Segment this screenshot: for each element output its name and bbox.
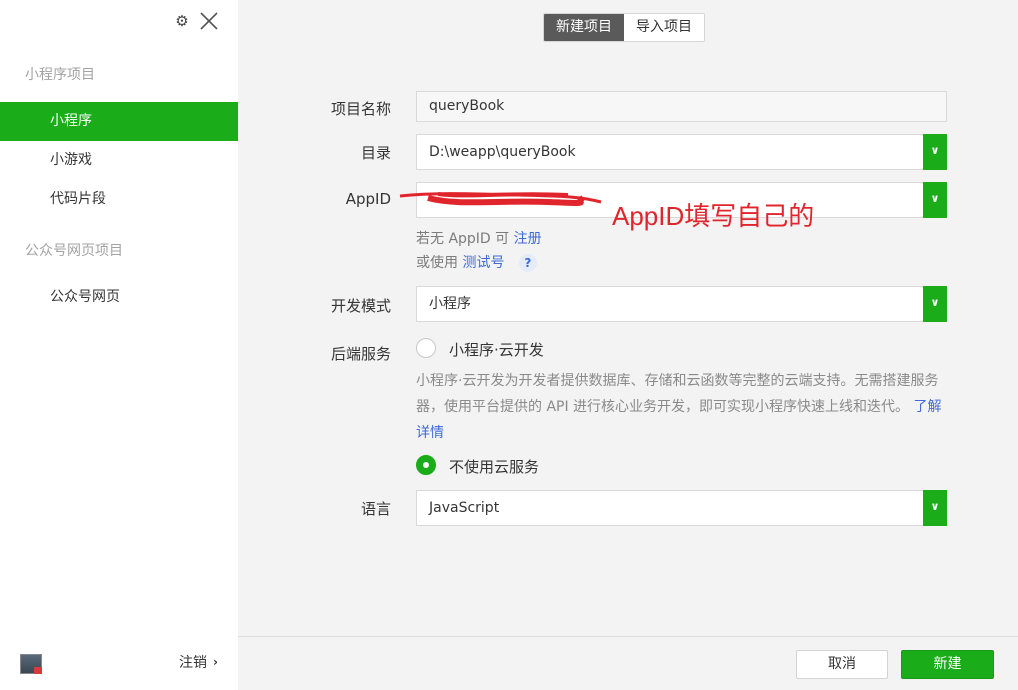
logout-button[interactable]: 注销 ›	[179, 652, 218, 672]
close-icon[interactable]	[198, 10, 220, 32]
appid-annotation: AppID填写自己的	[612, 201, 815, 231]
window-controls: ⚙	[174, 10, 220, 32]
cloud-dev-option-label[interactable]: 小程序·云开发	[449, 339, 544, 360]
cancel-button[interactable]: 取消	[796, 650, 888, 679]
project-name-label: 项目名称	[330, 100, 391, 118]
cloud-dev-radio[interactable]	[416, 338, 436, 358]
chevron-down-icon[interactable]: ∨	[923, 490, 947, 526]
chevron-down-icon[interactable]: ∨	[923, 286, 947, 322]
devmode-select[interactable]: 小程序 ∨	[416, 286, 947, 322]
project-name-input[interactable]: queryBook	[416, 91, 947, 122]
sidebar-group-miniprogram: 小程序项目	[25, 67, 95, 83]
no-cloud-option-label[interactable]: 不使用云服务	[449, 456, 539, 477]
no-appid-hint: 若无 AppID 可 注册	[416, 231, 542, 247]
project-type-tabs: 新建项目 导入项目	[543, 13, 705, 42]
sidebar-item-miniprogram[interactable]: 小程序	[0, 102, 238, 141]
register-link[interactable]: 注册	[514, 231, 542, 247]
sidebar-group-webpage: 公众号网页项目	[25, 243, 123, 259]
settings-gear-icon[interactable]: ⚙	[174, 13, 190, 29]
devmode-value: 小程序	[429, 296, 471, 312]
sidebar-item-code-snippet[interactable]: 代码片段	[0, 180, 238, 219]
appid-label: AppID	[345, 190, 391, 208]
sidebar-item-official-webpage[interactable]: 公众号网页	[0, 278, 238, 317]
sidebar: ⚙ 小程序项目 小程序 小游戏 代码片段 公众号网页项目 公众号网页 注销 ›	[0, 0, 238, 690]
chevron-down-icon[interactable]: ∨	[923, 134, 947, 170]
tab-import-project[interactable]: 导入项目	[624, 14, 704, 41]
chevron-right-icon: ›	[213, 655, 218, 669]
language-select[interactable]: JavaScript ∨	[416, 490, 947, 526]
create-button[interactable]: 新建	[901, 650, 994, 679]
test-account-hint: 或使用 测试号 ?	[416, 252, 537, 272]
logout-label: 注销	[179, 655, 208, 671]
devmode-label: 开发模式	[330, 297, 391, 315]
directory-select[interactable]: D:\weapp\queryBook ∨	[416, 134, 947, 170]
language-label: 语言	[360, 500, 391, 518]
language-value: JavaScript	[429, 500, 500, 516]
backend-label: 后端服务	[330, 345, 391, 363]
tab-new-project[interactable]: 新建项目	[544, 14, 624, 41]
no-cloud-radio[interactable]	[416, 455, 436, 475]
red-scribble-redaction	[399, 192, 602, 206]
cloud-dev-description: 小程序·云开发为开发者提供数据库、存储和云函数等完整的云端支持。无需搭建服务器，…	[416, 373, 942, 441]
sidebar-item-minigame[interactable]: 小游戏	[0, 141, 238, 180]
chevron-down-icon[interactable]: ∨	[923, 182, 947, 218]
footer-bar: 取消 新建	[238, 636, 1018, 690]
help-icon[interactable]: ?	[518, 254, 537, 272]
test-account-link[interactable]: 测试号	[462, 255, 504, 271]
directory-value: D:\weapp\queryBook	[429, 144, 576, 160]
directory-label: 目录	[360, 144, 391, 162]
avatar[interactable]	[20, 654, 42, 674]
